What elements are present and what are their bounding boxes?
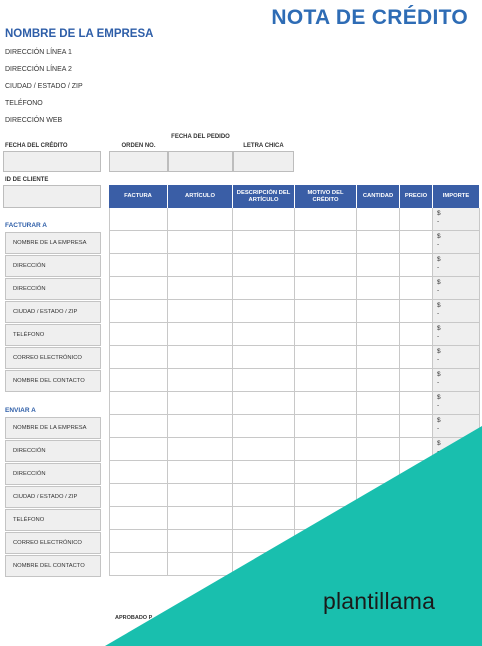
brand-logo-text: plantillama [323,588,436,614]
brand-corner-banner [105,426,482,646]
